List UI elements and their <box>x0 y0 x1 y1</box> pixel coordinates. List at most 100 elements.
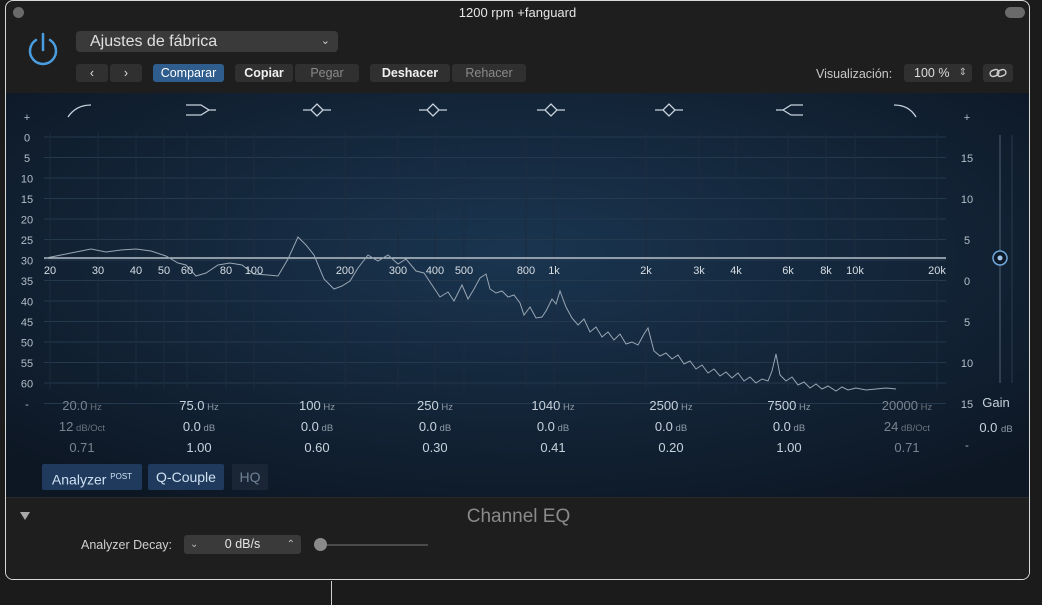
chevron-left-icon: ‹ <box>89 66 95 80</box>
next-preset-button[interactable]: › <box>110 64 142 82</box>
analyzer-label: Analyzer <box>51 471 107 488</box>
decay-slider-track[interactable] <box>321 544 428 546</box>
band-frequency-unit: Hz <box>917 402 933 413</box>
band-gain-3[interactable]: 0.0 dB <box>271 419 363 434</box>
band-gain-unit: dB <box>672 423 688 434</box>
gain-value: 0.0 <box>979 420 998 435</box>
frequency-label: 300 <box>389 265 407 277</box>
frequency-label: 10k <box>846 265 864 277</box>
frequency-label: 8k <box>820 265 832 277</box>
band-q-7[interactable]: 1.00 <box>743 440 835 455</box>
q-couple-button[interactable]: Q-Couple <box>148 464 224 490</box>
band-gain-8[interactable]: 24 dB/Oct <box>861 419 953 434</box>
left-scale-label: 45 <box>21 317 33 329</box>
frequency-label: 200 <box>336 265 354 277</box>
copy-button[interactable]: Copiar <box>235 64 293 82</box>
plugin-window: 1200 rpm +fanguard Ajustes de fábrica ⌄ … <box>5 0 1030 580</box>
redo-button[interactable]: Rehacer <box>452 64 526 82</box>
band-gain-value: 0.0 <box>418 419 437 434</box>
band-gain-unit: dB <box>790 423 806 434</box>
band-gain-6[interactable]: 0.0 dB <box>625 419 717 434</box>
window-title: 1200 rpm +fanguard <box>458 5 577 20</box>
frequency-label: 500 <box>455 265 473 277</box>
band-gain-value: 12 <box>58 419 74 434</box>
band-frequency-7[interactable]: 7500 Hz <box>743 398 835 413</box>
band-frequency-1[interactable]: 20.0 Hz <box>36 398 128 413</box>
undo-button[interactable]: Deshacer <box>370 64 450 82</box>
frequency-label: 400 <box>426 265 444 277</box>
band-gain-unit: dB <box>554 423 570 434</box>
right-scale-label: 5 <box>964 317 970 329</box>
left-scale-label: 0 <box>24 133 30 145</box>
preset-dropdown[interactable]: Ajustes de fábrica ⌄ <box>76 31 338 52</box>
analyzer-button[interactable]: Analyzer POST <box>42 464 142 490</box>
frequency-label: 1k <box>548 265 560 277</box>
gain-unit: dB <box>1001 424 1013 435</box>
frequency-label: 800 <box>517 265 535 277</box>
footer-panel: Channel EQ Analyzer Decay: ⌄ 0 dB/s ⌃ <box>6 497 1029 579</box>
view-label: Visualización: <box>816 67 893 81</box>
band-q-8[interactable]: 0.71 <box>861 440 953 455</box>
band-gain-value: 24 <box>883 419 899 434</box>
previous-preset-button[interactable]: ‹ <box>76 64 108 82</box>
zoom-value: 100 % <box>914 66 950 80</box>
frequency-label: 50 <box>158 265 170 277</box>
frequency-label: 20k <box>928 265 946 277</box>
band-q-value: 1.00 <box>186 440 212 455</box>
band-gain-unit: dB/Oct <box>73 423 106 434</box>
band-frequency-8[interactable]: 20000 Hz <box>861 398 953 413</box>
link-button[interactable] <box>983 64 1013 82</box>
band-q-value: 0.30 <box>422 440 448 455</box>
left-scale-label: 40 <box>21 297 33 309</box>
left-scale-label: 35 <box>21 276 33 288</box>
power-icon[interactable] <box>24 31 62 69</box>
plugin-name: Channel EQ <box>466 506 571 527</box>
frequency-label: 4k <box>730 265 742 277</box>
band-gain-value: 0.0 <box>182 419 201 434</box>
left-scale-label: 15 <box>21 194 33 206</box>
band-frequency-5[interactable]: 1040 Hz <box>507 398 599 413</box>
band-frequency-4[interactable]: 250 Hz <box>389 398 481 413</box>
band-q-3[interactable]: 0.60 <box>271 440 363 455</box>
band-q-1[interactable]: 0.71 <box>36 440 128 455</box>
frequency-label: 30 <box>92 265 104 277</box>
band-gain-5[interactable]: 0.0 dB <box>507 419 599 434</box>
analyzer-decay-stepper[interactable]: ⌄ 0 dB/s ⌃ <box>184 535 301 554</box>
left-scale-label: 20 <box>21 215 33 227</box>
band-gain-unit: dB/Oct <box>898 423 931 434</box>
zoom-select[interactable]: 100 % ⇕ <box>904 64 972 82</box>
band-frequency-2[interactable]: 75.0 Hz <box>153 398 245 413</box>
band-q-5[interactable]: 0.41 <box>507 440 599 455</box>
hq-button[interactable]: HQ <box>232 464 268 490</box>
right-scale-label: 10 <box>961 358 973 370</box>
window-toggle-pill[interactable] <box>1005 7 1025 18</box>
band-q-value: 0.60 <box>304 440 330 455</box>
band-frequency-unit: Hz <box>87 402 102 413</box>
band-q-value: 0.41 <box>540 440 566 455</box>
chevron-down-icon: ⌄ <box>320 35 330 47</box>
band-gain-4[interactable]: 0.0 dB <box>389 419 481 434</box>
paste-button[interactable]: Pegar <box>295 64 359 82</box>
decay-slider-knob[interactable] <box>314 538 327 551</box>
chevron-up-icon[interactable]: ⌃ <box>287 535 295 554</box>
divider-line <box>331 581 332 605</box>
chevron-down-icon[interactable]: ⌄ <box>190 535 198 554</box>
band-gain-7[interactable]: 0.0 dB <box>743 419 835 434</box>
gain-value-row[interactable]: 0.0 dB <box>966 420 1026 435</box>
right-scale-label: - <box>965 440 969 452</box>
band-frequency-value: 7500 <box>767 398 797 413</box>
band-q-4[interactable]: 0.30 <box>389 440 481 455</box>
right-scale-label: 5 <box>964 235 970 247</box>
band-q-6[interactable]: 0.20 <box>625 440 717 455</box>
band-gain-2[interactable]: 0.0 dB <box>153 419 245 434</box>
compare-button[interactable]: Comparar <box>153 64 224 82</box>
band-frequency-3[interactable]: 100 Hz <box>271 398 363 413</box>
band-frequency-6[interactable]: 2500 Hz <box>625 398 717 413</box>
frequency-label: 60 <box>181 265 193 277</box>
eq-graph[interactable]: +0 5 10 15 20 25 30 35 40 45 50 55 60- +15 10 5 0 5 10 15-… <box>6 93 1029 497</box>
band-frequency-unit: Hz <box>796 402 811 413</box>
band-q-2[interactable]: 1.00 <box>153 440 245 455</box>
band-frequency-value: 1040 <box>531 398 561 413</box>
band-frequency-value: 20000 <box>881 398 918 413</box>
band-gain-1[interactable]: 12 dB/Oct <box>36 419 128 434</box>
